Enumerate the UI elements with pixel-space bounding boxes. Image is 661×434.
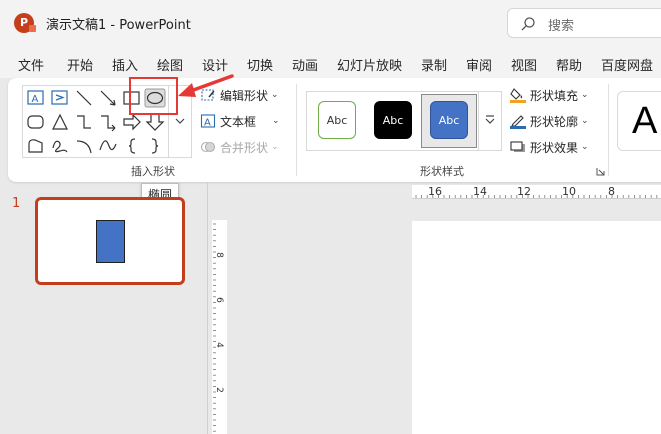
merge-shapes-icon [200, 141, 216, 153]
pen-outline-icon [510, 115, 526, 129]
shape-style-gallery-expand[interactable] [478, 91, 502, 151]
annotation-arrow-icon [178, 74, 234, 97]
ruler-label: 8 [213, 252, 224, 258]
tab-slideshow[interactable]: 幻灯片放映 [337, 55, 402, 74]
ruler-ticks [415, 195, 658, 198]
horizontal-ruler: 16 14 12 10 8 [412, 185, 661, 199]
chevron-down-icon: ⌄ [581, 116, 589, 126]
pane-splitter[interactable] [207, 182, 208, 434]
merge-shapes-button[interactable]: 合并形状 ⌄ [200, 137, 279, 157]
shape-effects-icon [510, 141, 525, 152]
chevron-down-icon: ⌄ [271, 90, 279, 100]
tab-help[interactable]: 帮助 [556, 55, 582, 74]
chevron-down-icon: ⌄ [272, 116, 280, 126]
tab-file[interactable]: 文件 [18, 55, 44, 74]
ruler-label: 14 [473, 185, 487, 198]
vertical-text-box-icon[interactable] [49, 88, 71, 108]
tab-record[interactable]: 录制 [421, 55, 447, 74]
thumbnail-rectangle-shape [96, 220, 125, 263]
tab-transitions[interactable]: 切换 [247, 55, 273, 74]
powerpoint-logo-icon: P [14, 13, 36, 33]
ribbon-tabs: 文件 开始 插入 绘图 设计 切换 动画 幻灯片放映 录制 审阅 视图 帮助 百… [0, 46, 661, 78]
arrow-line-icon[interactable] [97, 88, 119, 108]
freeform-icon[interactable] [25, 136, 47, 156]
tab-view[interactable]: 视图 [511, 55, 537, 74]
tab-baidu-netdisk[interactable]: 百度网盘 [601, 55, 653, 74]
chevron-down-icon [175, 118, 185, 124]
shape-effects-label: 形状效果 [530, 140, 579, 155]
tab-review[interactable]: 审阅 [466, 55, 492, 74]
title-bar: P 演示文稿1 - PowerPoint 搜索 [0, 0, 661, 46]
curve-icon[interactable] [97, 136, 119, 156]
down-arrow-icon[interactable] [144, 112, 166, 132]
elbow-arrow-connector-icon[interactable] [97, 112, 119, 132]
insert-shapes-group-label: 插入形状 [131, 165, 175, 178]
rounded-rectangle-icon[interactable] [25, 112, 47, 132]
left-brace-icon[interactable] [121, 136, 143, 156]
shape-fill-label: 形状填充 [530, 88, 579, 103]
elbow-connector-icon[interactable] [73, 112, 95, 132]
arc-icon[interactable] [73, 136, 95, 156]
shape-outline-button[interactable]: 形状轮廓 ⌄ [510, 111, 589, 131]
text-box-button[interactable]: A 文本框 ⌄ [200, 111, 280, 131]
right-arrow-icon[interactable] [121, 112, 143, 132]
svg-text:A: A [204, 118, 211, 129]
line-icon[interactable] [73, 88, 95, 108]
paint-bucket-icon [510, 88, 526, 103]
shape-style-swatch[interactable]: Abc [374, 101, 412, 139]
shape-style-swatch[interactable]: Abc [430, 101, 468, 139]
shape-styles-group-label: 形状样式 [420, 165, 464, 178]
ruler-label: 16 [428, 185, 442, 198]
wordart-letter: A [632, 100, 658, 142]
ruler-label: 4 [213, 342, 224, 348]
ruler-label: 2 [213, 387, 224, 393]
ruler-label: 10 [562, 185, 576, 198]
right-brace-icon[interactable] [144, 136, 166, 156]
merge-shapes-label: 合并形状 [220, 140, 269, 155]
slide-number: 1 [12, 196, 21, 211]
search-placeholder: 搜索 [548, 19, 575, 34]
chevron-down-icon: ⌄ [581, 142, 589, 152]
ruler-label: 12 [517, 185, 531, 198]
more-styles-icon [485, 115, 495, 124]
text-box-label: 文本框 [220, 114, 257, 129]
ruler-label: 8 [608, 185, 615, 198]
svg-text:A: A [32, 94, 39, 105]
tab-home[interactable]: 开始 [67, 55, 93, 74]
group-divider [296, 84, 297, 176]
triangle-icon[interactable] [49, 112, 71, 132]
ruler-label: 6 [213, 297, 224, 303]
shape-style-swatch[interactable]: Abc [318, 101, 356, 139]
vertical-ruler: 8 6 4 2 [212, 220, 227, 434]
chevron-down-icon: ⌄ [581, 90, 589, 100]
group-divider [608, 84, 609, 176]
slide-canvas[interactable] [412, 221, 661, 434]
wordart-style-preview[interactable]: A [617, 91, 661, 151]
shape-outline-label: 形状轮廓 [530, 114, 579, 129]
tab-insert[interactable]: 插入 [112, 55, 138, 74]
shape-effects-button[interactable]: 形状效果 ⌄ [510, 137, 589, 157]
text-box-icon: A [200, 114, 216, 129]
dialog-launcher-icon[interactable] [596, 167, 605, 176]
search-icon [521, 17, 535, 31]
tab-animations[interactable]: 动画 [292, 55, 318, 74]
chevron-down-icon: ⌄ [271, 142, 279, 152]
text-box-icon[interactable]: A [25, 88, 47, 108]
shape-fill-button[interactable]: 形状填充 ⌄ [510, 85, 589, 105]
search-box[interactable]: 搜索 [507, 8, 661, 38]
scribble-icon[interactable] [49, 136, 71, 156]
window-title: 演示文稿1 - PowerPoint [46, 18, 191, 33]
